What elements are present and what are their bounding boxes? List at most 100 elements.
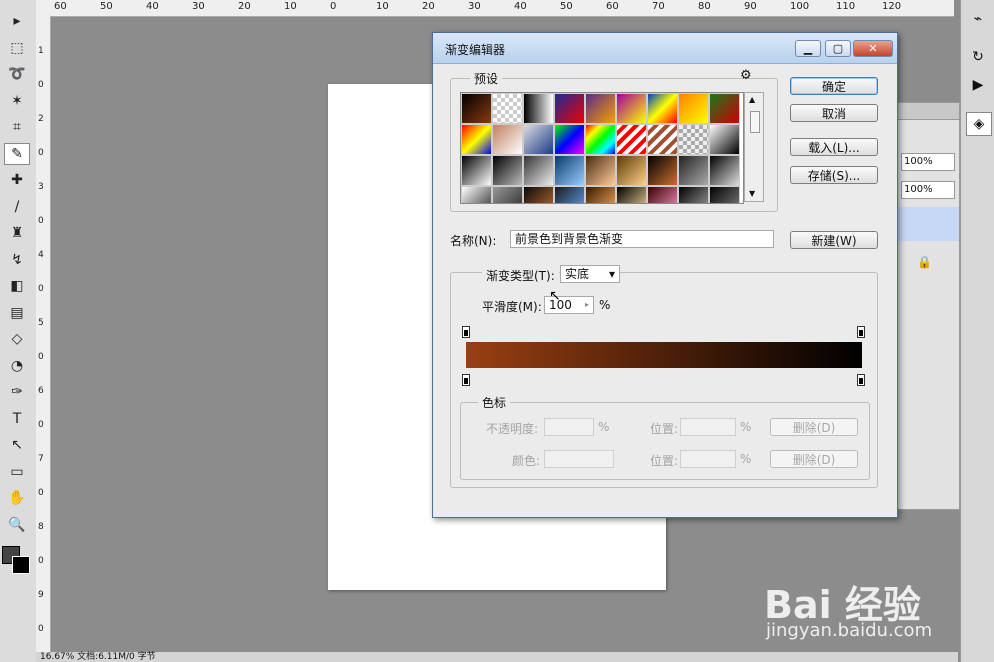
- brush-icon[interactable]: /: [4, 196, 30, 218]
- preset-swatch[interactable]: [616, 186, 647, 203]
- eyedropper-icon[interactable]: ✎: [4, 142, 30, 165]
- preset-swatch[interactable]: [492, 155, 523, 186]
- magic-wand-icon[interactable]: ✶: [4, 90, 30, 112]
- dodge-icon[interactable]: ◔: [4, 355, 30, 377]
- preset-swatch[interactable]: [554, 155, 585, 186]
- opacity-field[interactable]: 100%: [901, 153, 955, 171]
- preset-swatch[interactable]: [647, 93, 678, 124]
- maximize-icon[interactable]: ▢: [825, 40, 851, 57]
- shape-icon[interactable]: ▭: [4, 461, 30, 483]
- background-color-swatch[interactable]: [12, 556, 30, 574]
- scroll-down-icon[interactable]: ▼: [749, 189, 755, 198]
- eraser-icon[interactable]: ◧: [4, 275, 30, 297]
- marquee-icon[interactable]: ⬚: [4, 37, 30, 59]
- path-select-icon[interactable]: ↖: [4, 434, 30, 456]
- preset-swatch[interactable]: [678, 155, 709, 186]
- preset-swatch[interactable]: [492, 93, 523, 124]
- color-position-input[interactable]: [680, 450, 736, 468]
- history-brush-icon[interactable]: ↯: [4, 249, 30, 271]
- ruler-tick-label: 2: [38, 114, 44, 124]
- layers-icon[interactable]: ◈: [966, 112, 992, 136]
- preset-swatch[interactable]: [647, 124, 678, 155]
- preset-swatch[interactable]: [554, 93, 585, 124]
- preset-swatch[interactable]: [616, 124, 647, 155]
- preset-swatch[interactable]: [709, 93, 740, 124]
- close-icon[interactable]: ✕: [853, 40, 893, 57]
- selected-layer-row[interactable]: [897, 207, 959, 241]
- color-stop-left[interactable]: [462, 374, 470, 386]
- color-position-percent: %: [740, 452, 752, 466]
- scroll-thumb[interactable]: [750, 111, 760, 133]
- preset-swatch[interactable]: [709, 186, 740, 203]
- preset-swatch[interactable]: [461, 93, 492, 124]
- opacity-input[interactable]: [544, 418, 594, 436]
- type-icon[interactable]: T: [4, 408, 30, 430]
- preset-swatch[interactable]: [616, 93, 647, 124]
- ruler-tick-label: 0: [38, 420, 44, 430]
- preset-swatch[interactable]: [492, 124, 523, 155]
- lasso-icon[interactable]: ➰: [4, 63, 30, 85]
- new-button[interactable]: 新建(W): [790, 231, 878, 249]
- preset-swatch[interactable]: [709, 155, 740, 186]
- history-icon[interactable]: ↻: [966, 46, 990, 68]
- load-button[interactable]: 载入(L)...: [790, 138, 878, 156]
- color-stop-right[interactable]: [857, 374, 865, 386]
- ruler-tick-label: 20: [422, 1, 435, 12]
- preset-swatch[interactable]: [585, 186, 616, 203]
- preset-swatch[interactable]: [461, 186, 492, 203]
- preset-swatches[interactable]: [460, 92, 744, 204]
- preset-swatch[interactable]: [678, 124, 709, 155]
- preset-swatch[interactable]: [647, 186, 678, 203]
- play-icon[interactable]: ▶: [966, 74, 990, 96]
- cancel-button[interactable]: 取消: [790, 104, 878, 122]
- stepper-icon[interactable]: ▸: [585, 297, 589, 313]
- opacity-position-input[interactable]: [680, 418, 736, 436]
- scroll-up-icon[interactable]: ▲: [749, 95, 755, 104]
- save-button[interactable]: 存储(S)...: [790, 166, 878, 184]
- preset-scrollbar[interactable]: ▲ ▼: [744, 92, 764, 202]
- ruler-tick-label: 4: [38, 250, 44, 260]
- stamp-icon[interactable]: ♜: [4, 222, 30, 244]
- color-swatch-field[interactable]: [544, 450, 614, 468]
- path-icon[interactable]: ⌁: [966, 8, 990, 30]
- delete-color-button[interactable]: 删除(D): [770, 450, 858, 468]
- preset-swatch[interactable]: [461, 155, 492, 186]
- crop-icon[interactable]: ⌗: [4, 116, 30, 138]
- preset-swatch[interactable]: [709, 124, 740, 155]
- preset-swatch[interactable]: [461, 124, 492, 155]
- hand-icon[interactable]: ✋: [4, 487, 30, 509]
- gear-icon[interactable]: ⚙: [740, 68, 752, 83]
- gradient-icon[interactable]: ▤: [4, 302, 30, 324]
- zoom-icon[interactable]: 🔍: [4, 514, 30, 536]
- delete-opacity-button[interactable]: 删除(D): [770, 418, 858, 436]
- preset-swatch[interactable]: [523, 93, 554, 124]
- opacity-stop-right[interactable]: [857, 326, 865, 338]
- move-icon[interactable]: ▸: [4, 10, 30, 32]
- preset-swatch[interactable]: [523, 186, 554, 203]
- preset-swatch[interactable]: [585, 124, 616, 155]
- preset-swatch[interactable]: [492, 186, 523, 203]
- ruler-tick-label: 70: [652, 1, 665, 12]
- minimize-icon[interactable]: ▁: [795, 40, 821, 57]
- preset-swatch[interactable]: [523, 155, 554, 186]
- fill-field[interactable]: 100%: [901, 181, 955, 199]
- blur-icon[interactable]: ◇: [4, 328, 30, 350]
- preset-swatch[interactable]: [554, 124, 585, 155]
- name-field[interactable]: 前景色到背景色渐变: [510, 230, 774, 248]
- preset-swatch[interactable]: [585, 93, 616, 124]
- pen-icon[interactable]: ✑: [4, 381, 30, 403]
- preset-swatch[interactable]: [585, 155, 616, 186]
- healing-icon[interactable]: ✚: [4, 169, 30, 191]
- preset-swatch[interactable]: [647, 155, 678, 186]
- layers-panel-header[interactable]: [897, 103, 959, 120]
- dialog-titlebar[interactable]: 渐变编辑器 ▁ ▢ ✕: [433, 33, 897, 64]
- gradient-preview-bar[interactable]: [466, 342, 862, 368]
- opacity-stop-left[interactable]: [462, 326, 470, 338]
- preset-swatch[interactable]: [523, 124, 554, 155]
- ok-button[interactable]: 确定: [790, 77, 878, 95]
- preset-swatch[interactable]: [554, 186, 585, 203]
- preset-swatch[interactable]: [616, 155, 647, 186]
- type-select[interactable]: 实底 ▾: [560, 265, 620, 283]
- preset-swatch[interactable]: [678, 186, 709, 203]
- preset-swatch[interactable]: [678, 93, 709, 124]
